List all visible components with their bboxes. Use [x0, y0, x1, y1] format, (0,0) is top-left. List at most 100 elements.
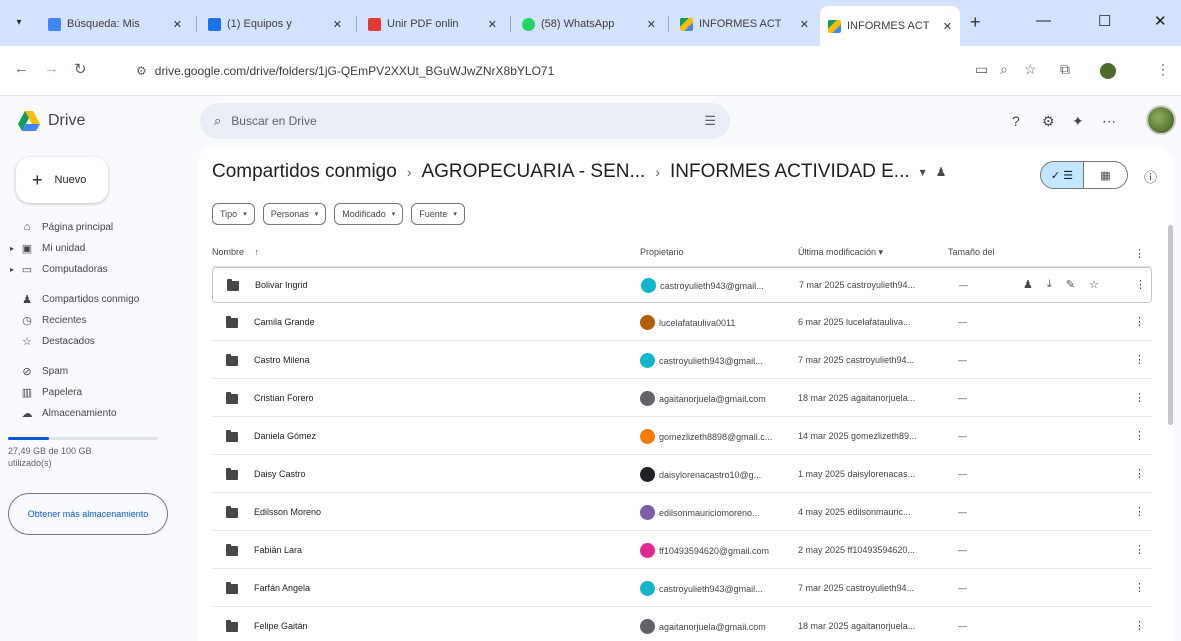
url-text[interactable]: drive.google.com/drive/folders/1jG-QEmPV…: [155, 64, 555, 78]
share-person-icon[interactable]: ♟: [1023, 278, 1033, 291]
close-tab-icon[interactable]: ✕: [800, 18, 809, 31]
breadcrumb-item-parent[interactable]: AGROPECUARIA - SEN...: [421, 161, 645, 183]
expand-caret-icon[interactable]: ▸: [10, 244, 16, 253]
minimize-button[interactable]: —: [1036, 12, 1051, 29]
file-name[interactable]: Cristian Forero: [254, 393, 314, 403]
profile-avatar-icon[interactable]: [1100, 63, 1116, 79]
table-row[interactable]: Fabián Lara ff10493594620@gmail.com 2 may …: [212, 533, 1152, 569]
forward-icon[interactable]: →: [44, 60, 59, 77]
file-name[interactable]: Farfán Angela: [254, 583, 310, 593]
file-name[interactable]: Daisy Castro: [254, 469, 306, 479]
zoom-icon[interactable]: ⌕: [1000, 61, 1008, 78]
sidebar-item-computers[interactable]: ▸ ▭ Computadoras: [0, 257, 196, 281]
extensions-icon[interactable]: ⧉: [1060, 61, 1070, 78]
star-icon[interactable]: ☆: [1089, 278, 1099, 291]
account-avatar[interactable]: [1146, 105, 1176, 135]
breadcrumb-item-shared[interactable]: Compartidos conmigo: [212, 161, 397, 183]
rename-pencil-icon[interactable]: ✎: [1066, 278, 1075, 291]
breadcrumb-item-current[interactable]: INFORMES ACTIVIDAD E...: [670, 161, 910, 183]
table-row[interactable]: Felipe Gaitán agaitanorjuela@gmail.com 18 …: [212, 609, 1152, 641]
table-row[interactable]: Daisy Castro daisylorenacastro10@g... 1 ma…: [212, 457, 1152, 493]
tab-search-icon[interactable]: ▾: [8, 11, 30, 33]
sidebar-item-storage[interactable]: ☁ Almacenamiento: [0, 401, 196, 425]
file-name[interactable]: Castro Milena: [254, 355, 310, 365]
file-name[interactable]: Camila Grande: [254, 317, 315, 327]
row-more-icon[interactable]: ⋮: [1134, 467, 1145, 480]
row-more-icon[interactable]: ⋮: [1134, 505, 1145, 518]
browser-tab-2[interactable]: (1) Equipos y ✕: [200, 8, 350, 40]
table-row[interactable]: Camila Grande lucelafatauliva0011 6 mar 20…: [212, 305, 1152, 341]
table-row[interactable]: Castro Milena castroyulieth943@gmail... 7 …: [212, 343, 1152, 379]
row-more-icon[interactable]: ⋮: [1134, 429, 1145, 442]
table-row[interactable]: Farfán Angela castroyulieth943@gmail... 7 …: [212, 571, 1152, 607]
get-more-storage-button[interactable]: Obtener más almacenamiento: [8, 493, 168, 535]
gemini-sparkle-icon[interactable]: ✦: [1072, 113, 1084, 130]
close-tab-icon[interactable]: ✕: [943, 20, 952, 33]
address-bar[interactable]: ⚙ drive.google.com/drive/folders/1jG-QEm…: [120, 54, 940, 88]
filter-modified-chip[interactable]: Modificado ▾: [334, 203, 404, 225]
browser-tab-active[interactable]: INFORMES ACT ✕: [820, 6, 960, 46]
browser-tab-1[interactable]: Búsqueda: Mis ✕: [40, 8, 190, 40]
row-more-icon[interactable]: ⋮: [1134, 543, 1145, 556]
table-row[interactable]: Cristian Forero agaitanorjuela@gmail.com 1…: [212, 381, 1152, 417]
info-icon[interactable]: ⓘ: [1144, 167, 1157, 186]
close-tab-icon[interactable]: ✕: [173, 18, 182, 31]
more-options-icon[interactable]: ⋮: [1134, 247, 1145, 260]
row-more-icon[interactable]: ⋮: [1134, 391, 1145, 404]
browser-menu-icon[interactable]: ⋮: [1156, 61, 1170, 78]
apps-grid-icon[interactable]: ⋯: [1102, 113, 1116, 130]
search-options-icon[interactable]: ☰: [704, 113, 716, 129]
table-row[interactable]: Daniela Gómez gomezlizeth8898@gmail.c... 1…: [212, 419, 1152, 455]
cast-icon[interactable]: ▭: [975, 61, 988, 78]
site-info-icon[interactable]: ⚙: [136, 64, 147, 78]
column-size[interactable]: Tamaño del: [948, 247, 995, 257]
search-icon[interactable]: ⌕: [214, 113, 221, 129]
close-tab-icon[interactable]: ✕: [488, 18, 497, 31]
column-name[interactable]: Nombre ↑: [212, 247, 259, 257]
column-modified[interactable]: Última modificación ▾: [798, 247, 883, 258]
file-name[interactable]: Edilsson Moreno: [254, 507, 321, 517]
file-name[interactable]: Fabián Lara: [254, 545, 302, 555]
grid-view-button[interactable]: ▦: [1084, 161, 1128, 189]
close-window-button[interactable]: ✕: [1154, 12, 1167, 30]
list-view-button[interactable]: ✓ ☰: [1040, 161, 1084, 189]
maximize-button[interactable]: ☐: [1098, 12, 1111, 30]
new-tab-button[interactable]: +: [970, 12, 981, 33]
bookmark-star-icon[interactable]: ☆: [1024, 61, 1037, 78]
browser-tab-5[interactable]: INFORMES ACT ✕: [672, 8, 817, 40]
row-more-icon[interactable]: ⋮: [1134, 315, 1145, 328]
row-more-icon[interactable]: ⋮: [1134, 353, 1145, 366]
browser-tab-3[interactable]: Unir PDF onlin ✕: [360, 8, 505, 40]
scrollbar[interactable]: [1168, 225, 1173, 425]
search-bar[interactable]: ⌕ Buscar en Drive ☰: [200, 103, 730, 139]
sort-arrow-up-icon[interactable]: ↑: [255, 247, 260, 257]
new-button[interactable]: + Nuevo: [16, 157, 108, 203]
filter-people-chip[interactable]: Personas ▾: [262, 203, 327, 225]
filter-source-chip[interactable]: Fuente ▾: [411, 203, 465, 225]
expand-caret-icon[interactable]: ▸: [10, 265, 16, 274]
close-tab-icon[interactable]: ✕: [647, 18, 656, 31]
file-name[interactable]: Felipe Gaitán: [254, 621, 308, 631]
size-cell: —: [958, 545, 967, 555]
sidebar-item-starred[interactable]: ☆ Destacados: [0, 329, 196, 353]
close-tab-icon[interactable]: ✕: [333, 18, 342, 31]
back-icon[interactable]: ←: [14, 60, 29, 77]
row-more-icon[interactable]: ⋮: [1135, 278, 1146, 291]
file-name[interactable]: Bolivar Ingrid: [255, 280, 308, 290]
row-more-icon[interactable]: ⋮: [1134, 619, 1145, 632]
row-more-icon[interactable]: ⋮: [1134, 581, 1145, 594]
column-owner[interactable]: Propietario: [640, 247, 684, 257]
owner-avatar: [640, 543, 655, 558]
browser-tab-4[interactable]: (58) WhatsApp ✕: [514, 8, 664, 40]
table-row[interactable]: Bolivar Ingrid castroyulieth943@gmail... 7…: [212, 267, 1152, 303]
help-icon[interactable]: ?: [1012, 113, 1020, 129]
file-name[interactable]: Daniela Gómez: [254, 431, 316, 441]
folder-menu-dropdown-icon[interactable]: ▾: [920, 165, 926, 179]
search-input[interactable]: Buscar en Drive: [231, 114, 694, 128]
table-row[interactable]: Edilsson Moreno edilsonmauriciomoreno... 4…: [212, 495, 1152, 531]
filter-type-chip[interactable]: Tipo ▾: [212, 203, 255, 225]
drive-logo[interactable]: Drive: [18, 111, 85, 131]
settings-gear-icon[interactable]: ⚙: [1042, 113, 1055, 130]
reload-icon[interactable]: ↻: [74, 60, 87, 78]
download-icon[interactable]: ⤓: [1047, 278, 1052, 291]
